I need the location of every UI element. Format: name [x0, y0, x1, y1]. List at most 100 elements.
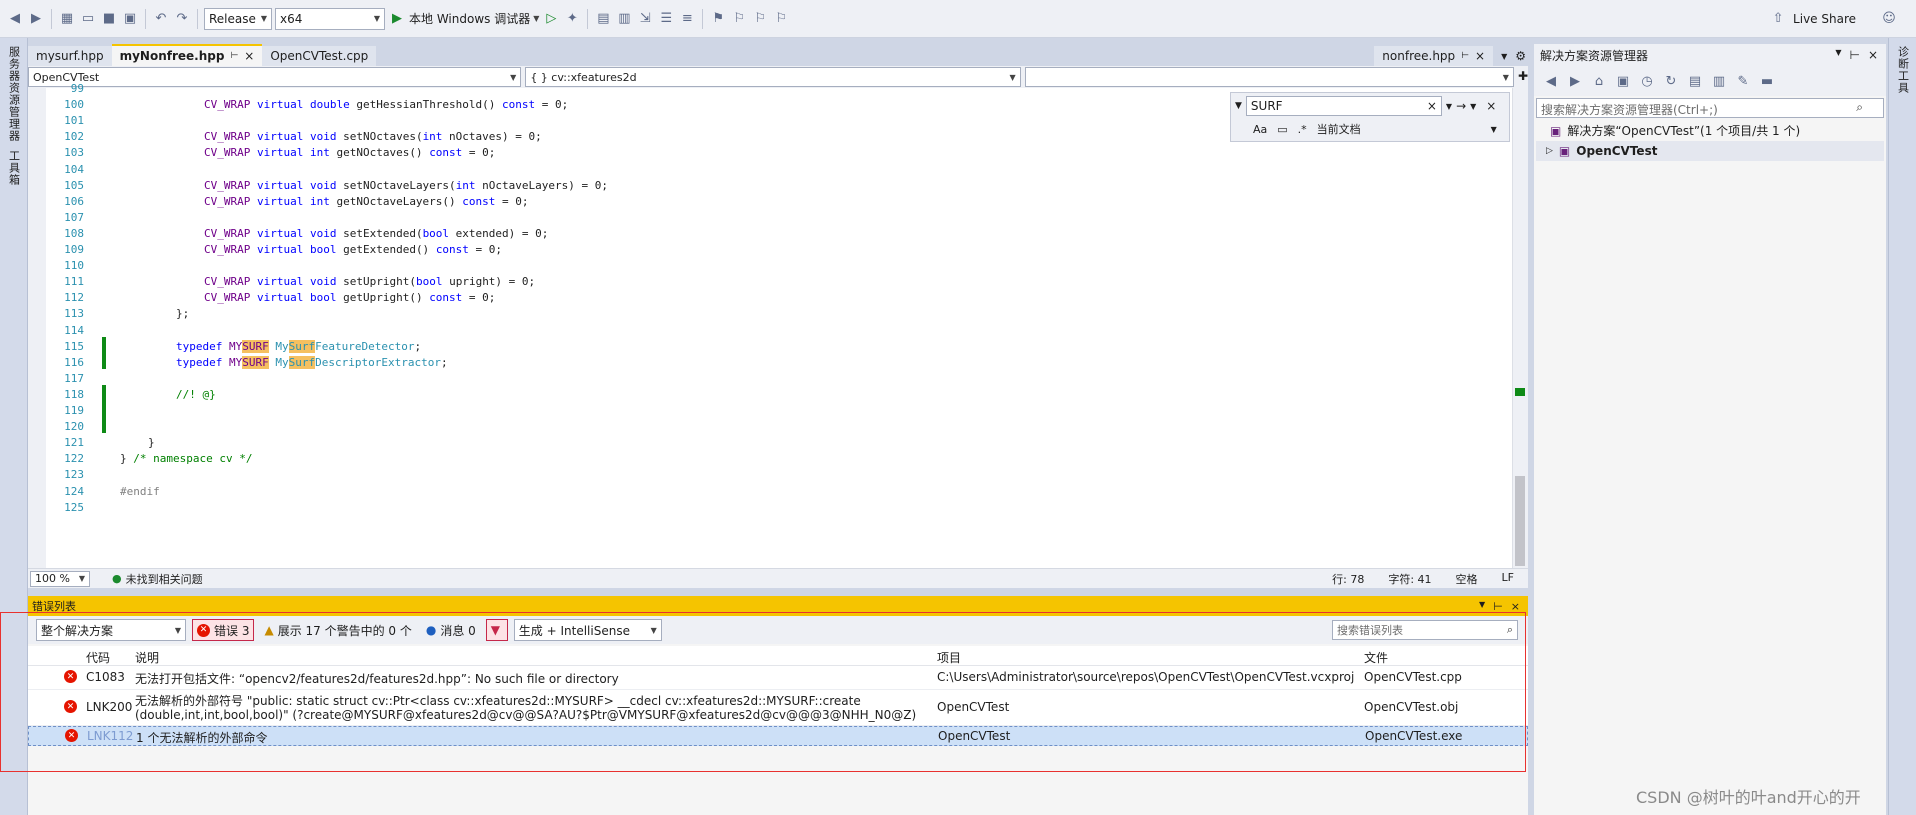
- tab-opencvtest[interactable]: OpenCVTest.cpp: [262, 46, 377, 66]
- regex-icon[interactable]: .*: [1298, 123, 1307, 136]
- code-line[interactable]: CV_WRAP virtual int getNOctaveLayers() c…: [204, 195, 529, 208]
- new-project-icon[interactable]: ▦: [58, 10, 76, 28]
- pin-icon[interactable]: ⊢: [1493, 600, 1503, 613]
- code-line[interactable]: };: [176, 307, 189, 320]
- chevron-down-icon[interactable]: ▼: [1491, 125, 1497, 134]
- find-input[interactable]: SURF ×: [1245, 96, 1442, 116]
- code-line[interactable]: CV_WRAP virtual void setExtended(bool ex…: [204, 227, 548, 240]
- code-line[interactable]: CV_WRAP virtual void setNOctaveLayers(in…: [204, 179, 608, 192]
- issues-status[interactable]: 未找到相关问题: [126, 571, 203, 587]
- indent-icon[interactable]: ≡: [678, 10, 696, 28]
- bookmark-icon[interactable]: ⚑: [709, 10, 727, 28]
- code-line[interactable]: CV_WRAP virtual bool getExtended() const…: [204, 243, 502, 256]
- collapse-icon[interactable]: ▤: [1686, 72, 1704, 90]
- close-icon[interactable]: ×: [1486, 99, 1496, 113]
- zoom-dropdown[interactable]: 100 % ▼: [30, 570, 90, 587]
- show-all-icon[interactable]: ▥: [1710, 72, 1728, 90]
- clear-icon[interactable]: ×: [1427, 99, 1437, 113]
- attach-icon[interactable]: ✦: [563, 10, 581, 28]
- run-without-debug-icon[interactable]: ▷: [542, 10, 560, 28]
- close-icon[interactable]: ×: [244, 49, 254, 63]
- expand-icon[interactable]: ▷: [1546, 146, 1553, 156]
- home-icon[interactable]: ⌂: [1590, 72, 1608, 90]
- code-line[interactable]: } /* namespace cv */: [120, 452, 252, 465]
- layout-icon[interactable]: ▥: [615, 10, 633, 28]
- redo-icon[interactable]: ↷: [173, 10, 191, 28]
- code-line[interactable]: CV_WRAP virtual double getHessianThresho…: [204, 98, 568, 111]
- find-next-icon[interactable]: →: [1456, 99, 1466, 113]
- tab-mysurf[interactable]: mysurf.hpp: [28, 46, 112, 66]
- code-line[interactable]: }: [148, 436, 155, 449]
- open-icon[interactable]: ▭: [79, 10, 97, 28]
- folder-icon[interactable]: ▤: [594, 10, 612, 28]
- editor-scrollbar[interactable]: [1512, 88, 1528, 568]
- code-line[interactable]: typedef MYSURF MySurfFeatureDetector;: [176, 339, 421, 353]
- run-debugger-button[interactable]: 本地 Windows 调试器: [409, 10, 530, 27]
- code-editor[interactable]: [28, 88, 1512, 568]
- search-icon[interactable]: ⌕: [1856, 100, 1863, 115]
- save-icon[interactable]: ■: [100, 10, 118, 28]
- preview-icon[interactable]: ▬: [1758, 72, 1776, 90]
- match-case-icon[interactable]: Aa: [1253, 123, 1267, 136]
- prev-bookmark-icon[interactable]: ⚐: [730, 10, 748, 28]
- run-icon[interactable]: ▶: [388, 10, 406, 28]
- history-icon[interactable]: ◷: [1638, 72, 1656, 90]
- close-icon[interactable]: ×: [1868, 48, 1878, 62]
- pin-icon[interactable]: ⊢: [230, 51, 238, 61]
- server-explorer-tab[interactable]: 服务器资源管理器: [6, 46, 22, 142]
- close-icon[interactable]: ×: [1511, 600, 1520, 613]
- next-bookmark-icon[interactable]: ⚐: [751, 10, 769, 28]
- close-icon[interactable]: ×: [1475, 49, 1485, 63]
- chevron-down-icon[interactable]: ▼: [1235, 101, 1242, 111]
- undo-icon[interactable]: ↶: [152, 10, 170, 28]
- project-dropdown[interactable]: OpenCVTest ▼: [28, 67, 522, 87]
- tree-solution-root[interactable]: ▣ 解决方案“OpenCVTest”(1 个项目/共 1 个): [1550, 122, 1800, 139]
- solution-search-input[interactable]: 搜索解决方案资源管理器(Ctrl+;) ⌕: [1536, 98, 1884, 118]
- tab-nonfree[interactable]: nonfree.hpp ⊢ ×: [1374, 46, 1494, 66]
- toolbox-tab[interactable]: 工具箱: [6, 150, 22, 186]
- diagnostics-tab[interactable]: 诊断工具: [1895, 46, 1911, 94]
- code-line[interactable]: CV_WRAP virtual void setNOctaves(int nOc…: [204, 130, 542, 143]
- chevron-down-icon[interactable]: ▼: [1479, 600, 1485, 613]
- code-line[interactable]: #endif: [120, 485, 160, 498]
- code-line[interactable]: typedef MYSURF MySurfDescriptorExtractor…: [176, 355, 448, 369]
- chevron-down-icon[interactable]: ▼: [533, 14, 539, 23]
- tab-mynonfree[interactable]: myNonfree.hpp ⊢ ×: [111, 44, 263, 66]
- feedback-icon[interactable]: ☺: [1880, 10, 1898, 28]
- platform-dropdown[interactable]: x64 ▼: [275, 7, 385, 30]
- line-ending[interactable]: LF: [1502, 571, 1514, 587]
- live-share-button[interactable]: Live Share: [1793, 12, 1856, 26]
- chevron-down-icon[interactable]: ▼: [1835, 48, 1841, 62]
- code-line[interactable]: CV_WRAP virtual void setUpright(bool upr…: [204, 275, 535, 288]
- properties-icon[interactable]: ✎: [1734, 72, 1752, 90]
- pin-icon[interactable]: ⊢: [1849, 48, 1859, 62]
- find-scope-dropdown[interactable]: 当前文档: [1317, 121, 1361, 137]
- back-icon[interactable]: ◀: [6, 10, 24, 28]
- scroll-thumb[interactable]: [1515, 476, 1525, 566]
- align-icon[interactable]: ☰: [657, 10, 675, 28]
- switch-view-icon[interactable]: ▣: [1614, 72, 1632, 90]
- forward-icon[interactable]: ▶: [27, 10, 45, 28]
- scope-dropdown[interactable]: { } cv::xfeatures2d ▼: [525, 67, 1021, 87]
- configuration-dropdown[interactable]: Release ▼: [204, 7, 272, 30]
- whitespace-mode[interactable]: 空格: [1456, 571, 1478, 587]
- split-icon[interactable]: ✚: [1518, 67, 1528, 87]
- gear-icon[interactable]: ⚙: [1515, 49, 1526, 63]
- code-line[interactable]: CV_WRAP virtual int getNOctaves() const …: [204, 146, 495, 159]
- whole-word-icon[interactable]: ▭: [1277, 123, 1287, 136]
- save-all-icon[interactable]: ▣: [121, 10, 139, 28]
- back-icon[interactable]: ◀: [1542, 72, 1560, 90]
- code-line[interactable]: CV_WRAP virtual bool getUpright() const …: [204, 291, 495, 304]
- member-dropdown[interactable]: ▼: [1024, 67, 1514, 87]
- pin-icon[interactable]: ⊢: [1461, 51, 1469, 61]
- code-line[interactable]: //! @}: [176, 388, 216, 401]
- live-share-icon[interactable]: ⇧: [1769, 10, 1787, 28]
- refresh-icon[interactable]: ↻: [1662, 72, 1680, 90]
- tree-project-node[interactable]: ▷ ▣ OpenCVTest: [1536, 141, 1884, 161]
- forward-icon[interactable]: ▶: [1566, 72, 1584, 90]
- chevron-down-icon[interactable]: ▼: [1501, 52, 1507, 61]
- chevron-down-icon[interactable]: ▼: [1446, 102, 1452, 111]
- step-icon[interactable]: ⇲: [636, 10, 654, 28]
- chevron-down-icon[interactable]: ▼: [1470, 102, 1476, 111]
- clear-bookmark-icon[interactable]: ⚐: [772, 10, 790, 28]
